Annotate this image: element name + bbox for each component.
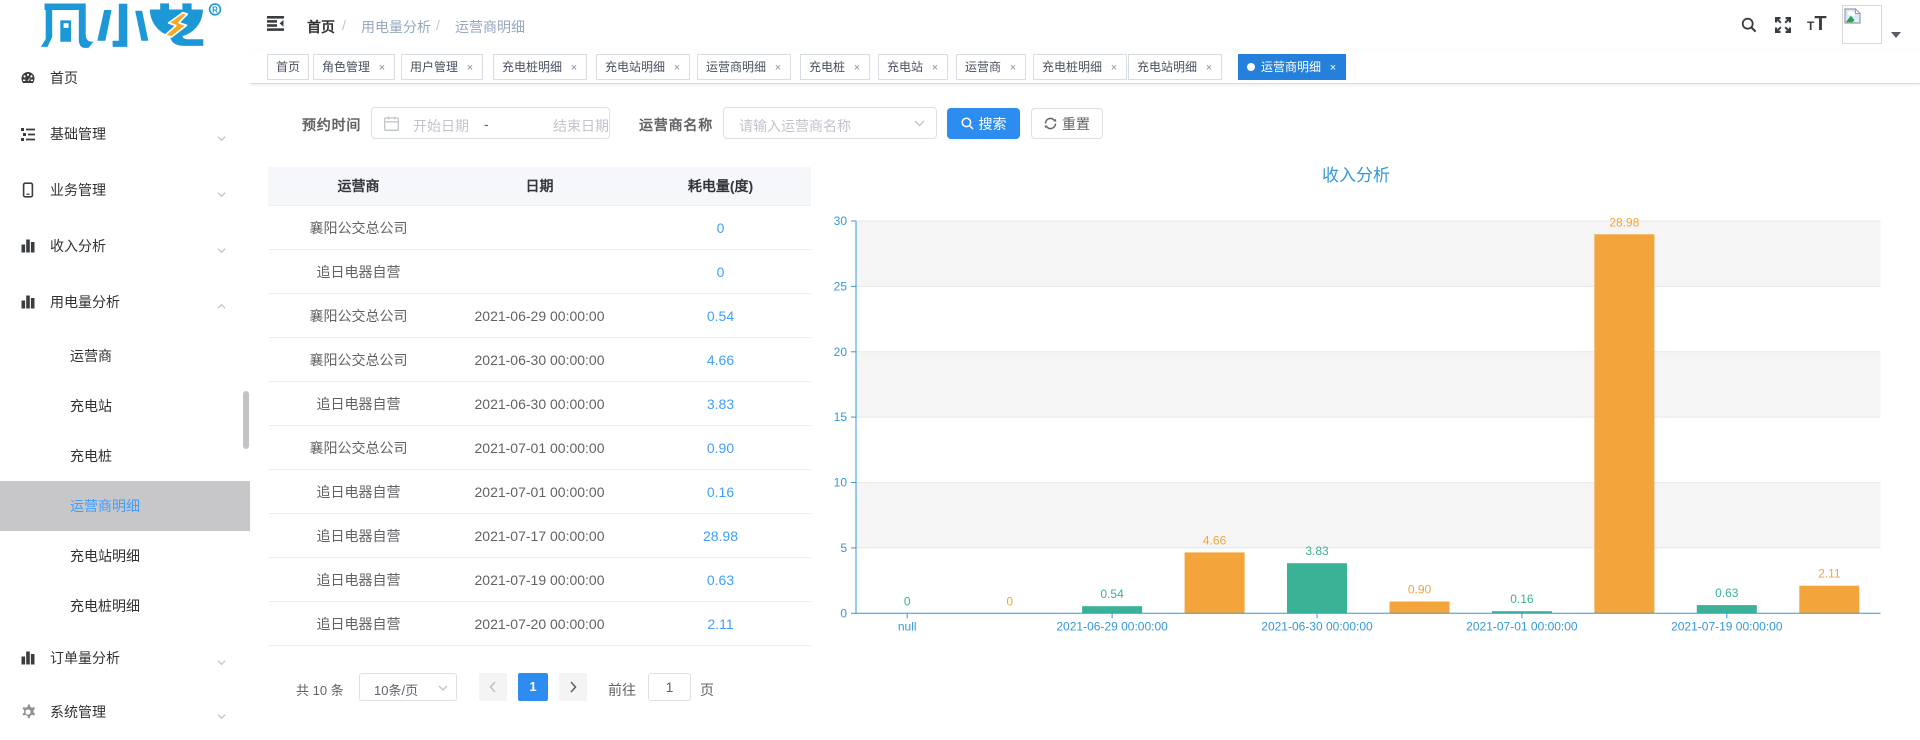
svg-text:2021-07-19 00:00:00: 2021-07-19 00:00:00 — [1671, 619, 1783, 633]
svg-text:0.54: 0.54 — [1100, 587, 1124, 601]
svg-text:2021-07-01 00:00:00: 2021-07-01 00:00:00 — [1466, 619, 1578, 633]
svg-text:28.98: 28.98 — [1609, 215, 1639, 229]
svg-text:2021-06-30 00:00:00: 2021-06-30 00:00:00 — [1261, 619, 1373, 633]
svg-text:25: 25 — [834, 279, 848, 293]
svg-text:null: null — [898, 619, 917, 633]
svg-text:0.16: 0.16 — [1510, 592, 1534, 606]
svg-text:10: 10 — [834, 476, 848, 490]
svg-text:0: 0 — [904, 594, 911, 608]
svg-text:0.90: 0.90 — [1408, 583, 1432, 597]
svg-text:3.83: 3.83 — [1305, 544, 1329, 558]
svg-text:0: 0 — [1006, 594, 1013, 608]
svg-text:20: 20 — [834, 345, 848, 359]
svg-text:4.66: 4.66 — [1203, 533, 1227, 547]
svg-text:30: 30 — [834, 214, 848, 228]
svg-text:2.11: 2.11 — [1818, 567, 1841, 581]
svg-text:0: 0 — [840, 606, 847, 620]
svg-text:收入分析: 收入分析 — [1322, 166, 1390, 185]
svg-text:5: 5 — [840, 541, 847, 555]
svg-text:0.63: 0.63 — [1715, 586, 1739, 600]
svg-text:15: 15 — [834, 410, 848, 424]
svg-text:R: R — [212, 5, 218, 14]
svg-text:2021-06-29 00:00:00: 2021-06-29 00:00:00 — [1056, 619, 1168, 633]
